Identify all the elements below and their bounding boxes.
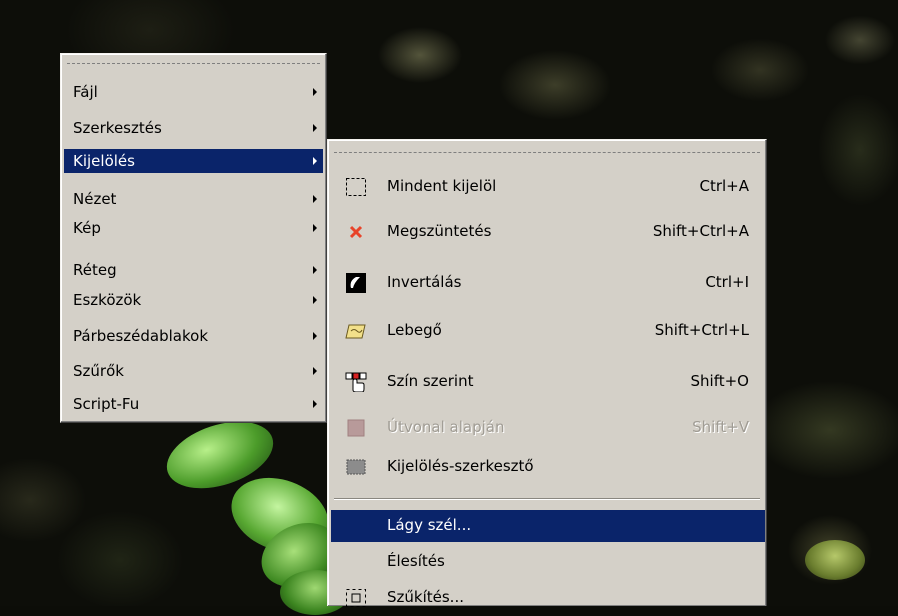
menu-item-label: Eszközök	[73, 291, 142, 309]
menu-item-label: Szerkesztés	[73, 119, 162, 137]
invert-selection-icon	[345, 273, 367, 293]
keyboard-shortcut: Shift+O	[690, 372, 749, 390]
submenu-arrow-icon	[313, 224, 317, 232]
menu-item-image[interactable]: Kép	[64, 216, 323, 240]
submenu-item-by-color[interactable]: Szín szerint Shift+O	[331, 364, 765, 400]
submenu-arrow-icon	[313, 266, 317, 274]
menu-item-dialogs[interactable]: Párbeszédablakok	[64, 324, 323, 348]
select-by-color-icon	[345, 372, 367, 393]
menu-item-tools[interactable]: Eszközök	[64, 288, 323, 312]
select-none-icon	[345, 222, 367, 242]
submenu-item-label: Megszüntetés	[387, 222, 492, 240]
menu-item-file[interactable]: Fájl	[64, 80, 323, 104]
menu-item-view[interactable]: Nézet	[64, 187, 323, 211]
submenu-item-label: Mindent kijelöl	[387, 177, 497, 195]
submenu-item-label: Útvonal alapján	[387, 418, 505, 436]
submenu-item-shrink[interactable]: Szűkítés...	[331, 580, 765, 616]
submenu-item-sharpen[interactable]: Élesítés	[331, 544, 765, 580]
keyboard-shortcut: Shift+Ctrl+A	[652, 222, 749, 240]
submenu-arrow-icon	[313, 332, 317, 340]
float-selection-icon	[345, 321, 367, 341]
submenu-item-label: Szín szerint	[387, 372, 474, 390]
keyboard-shortcut: Shift+V	[692, 418, 749, 436]
menu-item-label: Script-Fu	[73, 395, 140, 413]
submenu-arrow-icon	[313, 195, 317, 203]
selection-editor-icon	[345, 457, 367, 477]
submenu-item-label: Invertálás	[387, 273, 462, 291]
menu-item-layer[interactable]: Réteg	[64, 258, 323, 282]
select-all-icon	[345, 177, 367, 197]
submenu-item-from-path: Útvonal alapján Shift+V	[331, 410, 765, 446]
submenu-item-select-none[interactable]: Megszüntetés Shift+Ctrl+A	[331, 214, 765, 250]
menu-item-edit[interactable]: Szerkesztés	[64, 116, 323, 140]
submenu-item-selection-editor[interactable]: Kijelölés-szerkesztő	[331, 449, 765, 485]
submenu-arrow-icon	[313, 157, 317, 165]
submenu-item-label: Kijelölés-szerkesztő	[387, 457, 534, 475]
image-context-menu: Fájl Szerkesztés Kijelölés Nézet Kép Rét…	[60, 53, 327, 423]
menu-item-label: Kijelölés	[73, 152, 135, 170]
menu-item-label: Kép	[73, 219, 101, 237]
menu-item-select[interactable]: Kijelölés	[64, 149, 323, 173]
menu-item-label: Fájl	[73, 83, 98, 101]
menu-item-script-fu[interactable]: Script-Fu	[64, 392, 323, 416]
submenu-item-feather[interactable]: Lágy szél...	[331, 510, 765, 542]
submenu-item-label: Lágy szél...	[387, 516, 472, 534]
menu-item-filters[interactable]: Szűrők	[64, 359, 323, 383]
submenu-item-label: Élesítés	[387, 552, 445, 570]
submenu-arrow-icon	[313, 367, 317, 375]
submenu-arrow-icon	[313, 88, 317, 96]
submenu-arrow-icon	[313, 400, 317, 408]
menu-item-label: Szűrők	[73, 362, 124, 380]
shrink-selection-icon	[345, 588, 367, 608]
submenu-item-label: Lebegő	[387, 321, 442, 339]
submenu-item-label: Szűkítés...	[387, 588, 464, 606]
submenu-arrow-icon	[313, 296, 317, 304]
keyboard-shortcut: Ctrl+I	[705, 273, 749, 291]
select-submenu: Mindent kijelöl Ctrl+A Megszüntetés Shif…	[327, 139, 767, 607]
path-to-selection-icon	[345, 418, 367, 438]
keyboard-shortcut: Ctrl+A	[699, 177, 749, 195]
keyboard-shortcut: Shift+Ctrl+L	[654, 321, 749, 339]
menu-item-label: Párbeszédablakok	[73, 327, 209, 345]
submenu-item-select-all[interactable]: Mindent kijelöl Ctrl+A	[331, 169, 765, 205]
menu-item-label: Nézet	[73, 190, 117, 208]
submenu-arrow-icon	[313, 124, 317, 132]
tearoff-handle[interactable]	[67, 63, 320, 64]
menu-separator	[334, 498, 760, 500]
submenu-item-invert[interactable]: Invertálás Ctrl+I	[331, 265, 765, 301]
submenu-item-float[interactable]: Lebegő Shift+Ctrl+L	[331, 313, 765, 349]
menu-item-label: Réteg	[73, 261, 117, 279]
tearoff-handle[interactable]	[334, 152, 760, 153]
